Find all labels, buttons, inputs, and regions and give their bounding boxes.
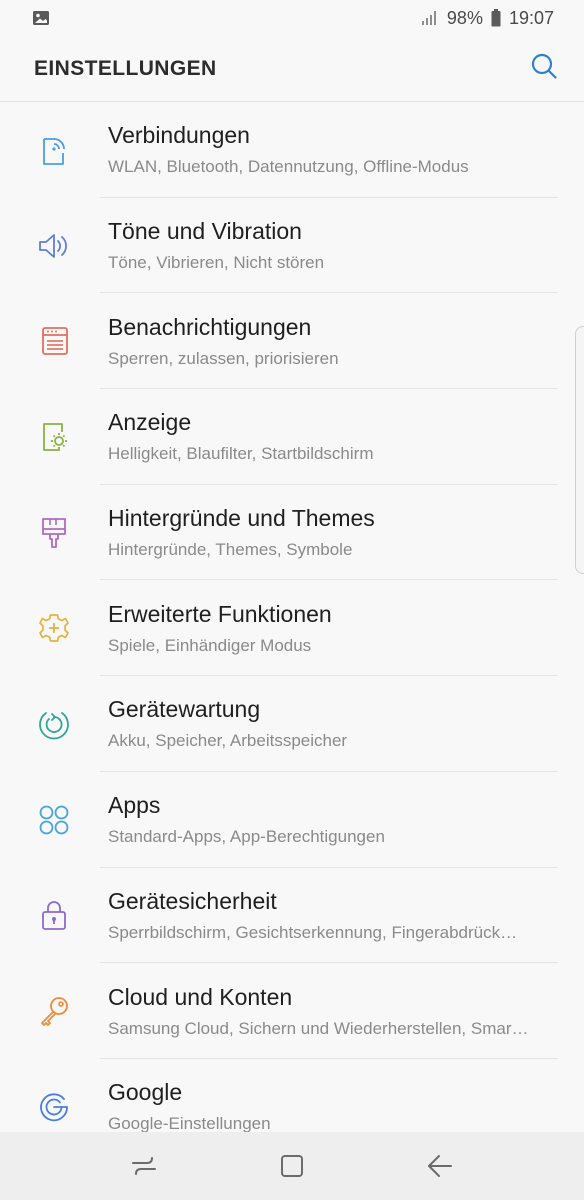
- wallpaper-themes-icon: [30, 509, 78, 557]
- device-maintenance-icon: [30, 700, 78, 748]
- scroll-indicator[interactable]: [575, 326, 584, 574]
- connections-icon: [30, 126, 78, 174]
- settings-item-google[interactable]: Google Google-Einstellungen: [0, 1059, 584, 1132]
- settings-item-subtitle: Standard-Apps, App-Berechtigungen: [108, 827, 385, 847]
- settings-item-title: Gerätesicherheit: [108, 887, 277, 914]
- status-bar: 98% 19:07: [0, 0, 584, 36]
- settings-item-wallpapers-themes[interactable]: Hintergründe und Themes Hintergründe, Th…: [0, 485, 584, 581]
- search-icon: [530, 52, 558, 85]
- app-header: EINSTELLUNGEN: [0, 36, 584, 102]
- signal-icon: [421, 10, 439, 26]
- settings-item-subtitle: Akku, Speicher, Arbeitsspeicher: [108, 731, 348, 751]
- settings-item-connections[interactable]: Verbindungen WLAN, Bluetooth, Datennutzu…: [0, 102, 584, 198]
- settings-item-subtitle: Spiele, Einhändiger Modus: [108, 635, 312, 655]
- settings-list[interactable]: Verbindungen WLAN, Bluetooth, Datennutzu…: [0, 102, 584, 1132]
- settings-item-subtitle: Google-Einstellungen: [108, 1114, 271, 1132]
- settings-item-sound[interactable]: Töne und Vibration Töne, Vibrieren, Nich…: [0, 198, 584, 294]
- settings-item-title: Benachrichtigungen: [108, 313, 312, 340]
- settings-item-display[interactable]: Anzeige Helligkeit, Blaufilter, Startbil…: [0, 389, 584, 485]
- page-title: EINSTELLUNGEN: [34, 56, 217, 80]
- settings-item-subtitle: Sperrbildschirm, Gesichtserkennung, Fing…: [108, 922, 518, 942]
- gallery-icon: [32, 10, 50, 26]
- settings-item-title: Cloud und Konten: [108, 983, 293, 1010]
- settings-item-title: Verbindungen: [108, 122, 250, 149]
- battery-icon: [491, 9, 501, 27]
- settings-item-title: Google: [108, 1079, 183, 1106]
- settings-item-subtitle: WLAN, Bluetooth, Datennutzung, Offline-M…: [108, 157, 469, 177]
- recent-apps-icon: [129, 1153, 159, 1179]
- settings-item-title: Gerätewartung: [108, 696, 261, 723]
- settings-item-subtitle: Töne, Vibrieren, Nicht stören: [108, 253, 325, 273]
- settings-item-subtitle: Hintergründe, Themes, Symbole: [108, 540, 353, 560]
- google-icon: [30, 1083, 78, 1131]
- lock-icon: [30, 891, 78, 939]
- display-icon: [30, 413, 78, 461]
- settings-item-title: Töne und Vibration: [108, 218, 302, 245]
- settings-item-advanced-features[interactable]: Erweiterte Funktionen Spiele, Einhändige…: [0, 580, 584, 676]
- home-icon: [278, 1152, 306, 1180]
- settings-item-cloud-accounts[interactable]: Cloud und Konten Samsung Cloud, Sichern …: [0, 963, 584, 1059]
- settings-item-title: Apps: [108, 792, 161, 819]
- settings-item-apps[interactable]: Apps Standard-Apps, App-Berechtigungen: [0, 772, 584, 868]
- settings-item-subtitle: Sperren, zulassen, priorisieren: [108, 348, 339, 368]
- sound-icon: [30, 222, 78, 270]
- settings-item-title: Anzeige: [108, 409, 192, 436]
- home-button[interactable]: [269, 1143, 315, 1189]
- settings-item-device-maintenance[interactable]: Gerätewartung Akku, Speicher, Arbeitsspe…: [0, 676, 584, 772]
- back-button[interactable]: [417, 1143, 463, 1189]
- settings-item-notifications[interactable]: Benachrichtigungen Sperren, zulassen, pr…: [0, 293, 584, 389]
- back-icon: [425, 1152, 455, 1180]
- settings-item-subtitle: Samsung Cloud, Sichern und Wiederherstel…: [108, 1018, 529, 1038]
- settings-item-device-security[interactable]: Gerätesicherheit Sperrbildschirm, Gesich…: [0, 868, 584, 964]
- navigation-bar: [0, 1132, 584, 1200]
- search-button[interactable]: [526, 51, 562, 87]
- status-right: 98% 19:07: [421, 8, 554, 29]
- settings-item-title: Erweiterte Funktionen: [108, 600, 332, 627]
- apps-icon: [30, 796, 78, 844]
- recent-apps-button[interactable]: [121, 1143, 167, 1189]
- status-left: [32, 10, 50, 26]
- advanced-features-icon: [30, 604, 78, 652]
- key-icon: [30, 987, 78, 1035]
- settings-item-title: Hintergründe und Themes: [108, 505, 375, 532]
- notifications-icon: [30, 317, 78, 365]
- clock: 19:07: [508, 7, 554, 28]
- settings-item-subtitle: Helligkeit, Blaufilter, Startbildschirm: [108, 444, 374, 464]
- battery-percent: 98%: [446, 7, 483, 28]
